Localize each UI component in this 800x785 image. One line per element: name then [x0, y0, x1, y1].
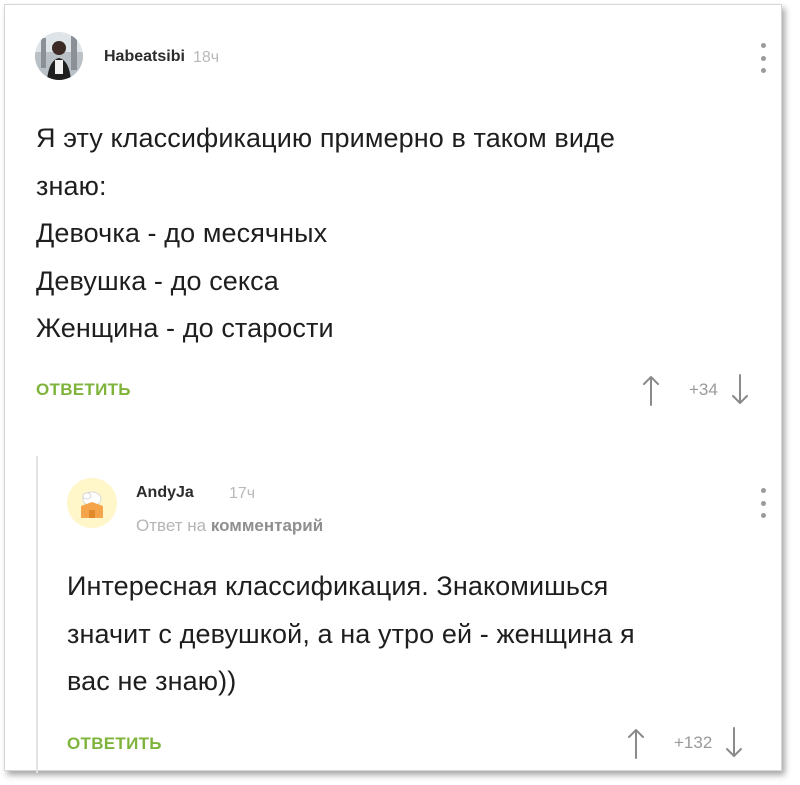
more-vertical-icon[interactable] [753, 488, 773, 518]
author-name[interactable]: AndyJa [136, 484, 194, 502]
reply-to-link[interactable]: Ответ на комментарий [136, 516, 323, 536]
comment-text-line: Женщина - до старости [36, 313, 334, 343]
comment-text: Я эту классификацию примерно в таком вид… [36, 115, 615, 353]
avatar[interactable] [67, 478, 117, 528]
reply-text-line: вас не знаю)) [67, 666, 237, 696]
reply-button[interactable]: ОТВЕТИТЬ [36, 380, 131, 400]
comment-time: 17ч [229, 485, 256, 502]
arrow-down-icon[interactable] [724, 726, 744, 760]
comment-thread: Habeatsibi 18ч Я эту классификацию приме… [4, 4, 782, 773]
vote-controls: +34 [641, 373, 750, 407]
arrow-down-icon[interactable] [730, 373, 750, 407]
comment-text-line: знаю: [36, 170, 107, 201]
reply-text: Интересная классификация. Знакомишься зн… [67, 563, 635, 706]
reply-to-target[interactable]: комментарий [211, 516, 323, 535]
reply-text-line: Интересная классификация. Знакомишься [67, 571, 609, 601]
author-name[interactable]: Habeatsibi [104, 48, 185, 66]
score: +34 [689, 380, 718, 399]
avatar[interactable] [35, 32, 83, 80]
reply-button[interactable]: ОТВЕТИТЬ [67, 734, 162, 754]
arrow-up-icon[interactable] [626, 726, 646, 760]
reply-to-prefix: Ответ на [136, 516, 207, 535]
comment-time: 18ч [193, 49, 220, 66]
arrow-up-icon[interactable] [641, 373, 661, 407]
more-vertical-icon[interactable] [753, 43, 773, 73]
thread-line [36, 456, 38, 773]
vote-controls: +132 [626, 726, 744, 760]
reply-text-line: значит с девушкой, а на утро ей - женщин… [67, 618, 635, 649]
comment-text-line: Девушка - до секса [36, 265, 279, 296]
comment-text-line: Девочка - до месячных [36, 218, 328, 248]
comment-text-line: Я эту классификацию примерно в таком вид… [36, 123, 615, 153]
score: +132 [674, 733, 713, 752]
